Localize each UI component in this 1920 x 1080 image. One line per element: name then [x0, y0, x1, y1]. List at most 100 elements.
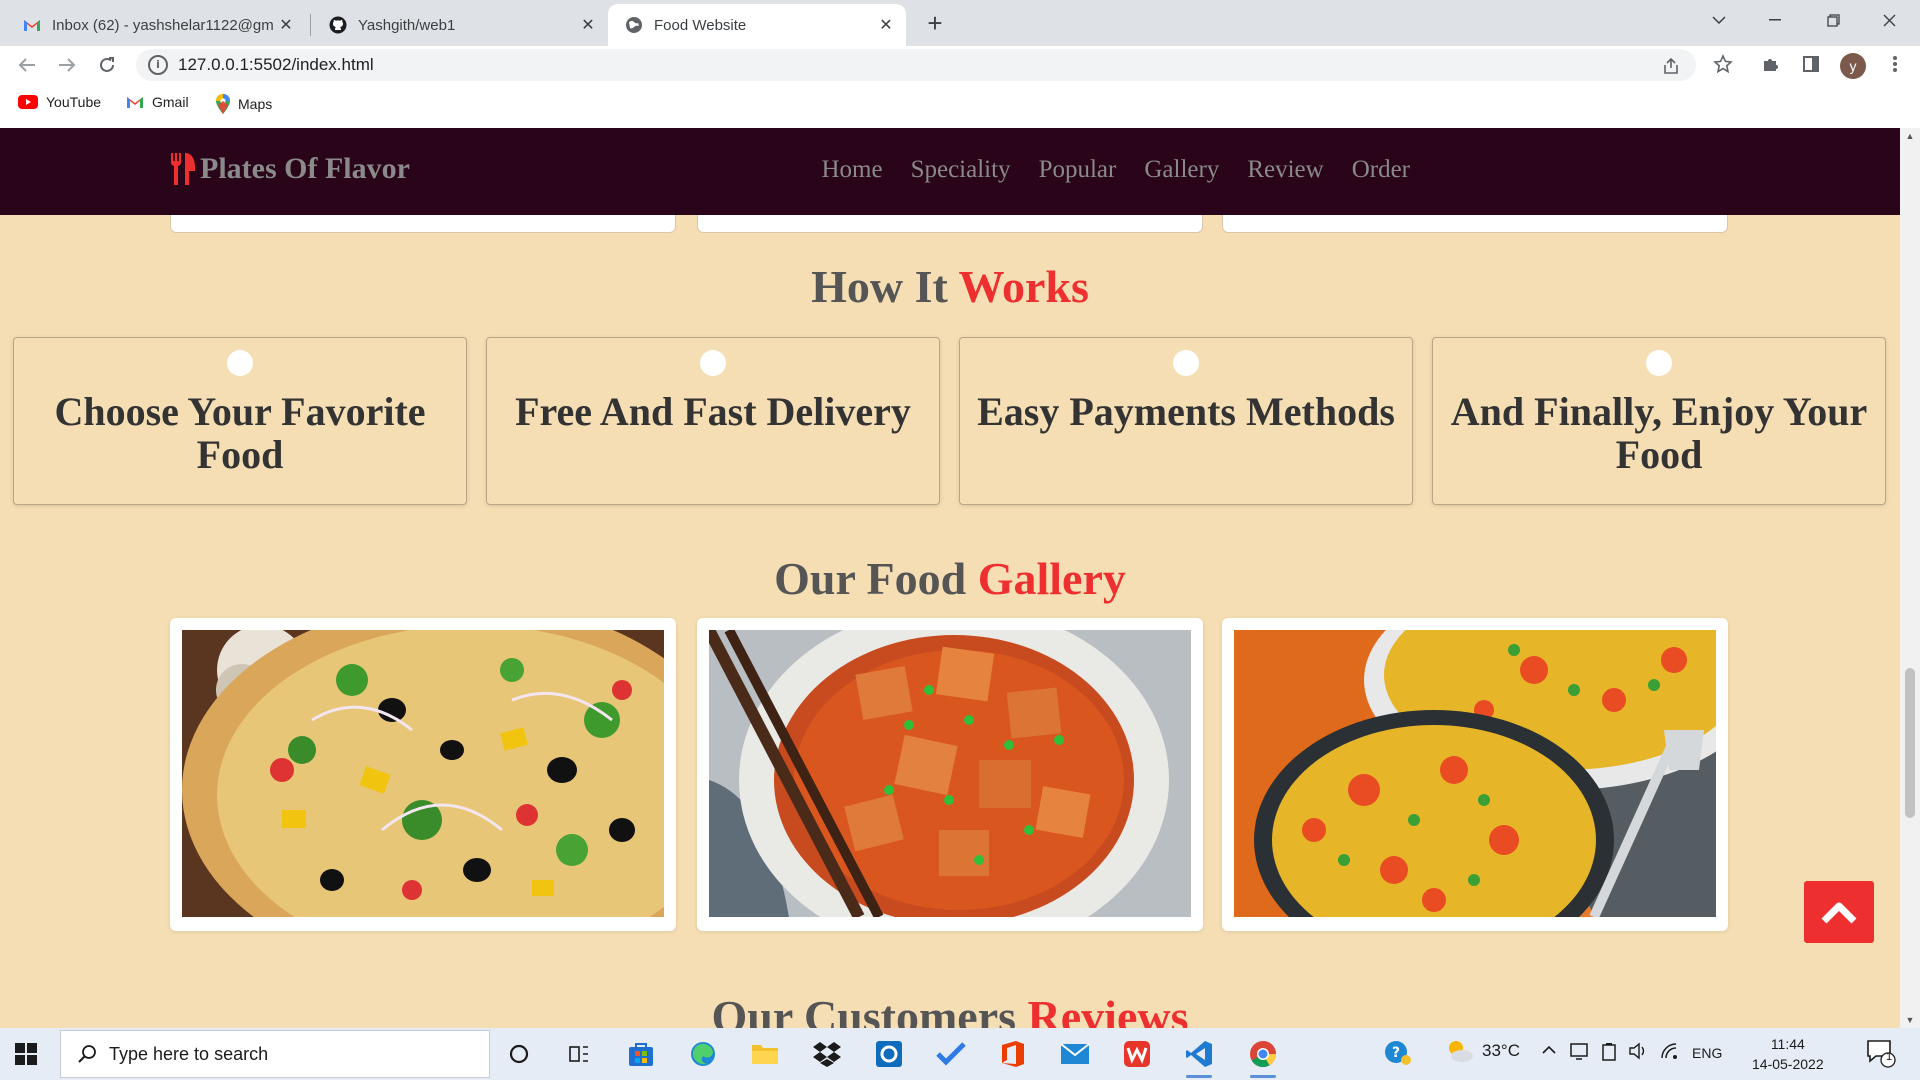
close-icon[interactable]: ✕	[578, 15, 598, 35]
more-menu-icon[interactable]	[1884, 53, 1906, 75]
site-info-icon[interactable]: i	[148, 55, 168, 75]
step-card: Free And Fast Delivery	[486, 337, 940, 505]
close-window-icon[interactable]	[1866, 0, 1912, 40]
weather-temperature: 33°C	[1482, 1041, 1520, 1060]
nav-link-popular[interactable]: Popular	[1039, 156, 1117, 184]
microsoft-store-icon[interactable]	[624, 1037, 658, 1071]
edge-browser-icon[interactable]	[686, 1037, 720, 1071]
cortana-icon[interactable]	[502, 1037, 536, 1071]
step-dot-icon	[227, 350, 253, 376]
windows-start-icon[interactable]	[14, 1042, 38, 1066]
browser-toolbar: i 127.0.0.1:5502/index.html	[0, 46, 1920, 84]
network-device-icon[interactable]	[1570, 1042, 1590, 1064]
globe-icon	[624, 15, 644, 35]
step-dot-icon	[1173, 350, 1199, 376]
tab-gmail-inbox[interactable]: Inbox (62) - yashshelar1122@gm ✕	[6, 4, 306, 46]
step-card: And Finally, Enjoy Your Food	[1432, 337, 1886, 505]
scroll-to-top-button[interactable]	[1804, 881, 1874, 943]
page-scrollbar[interactable]: ▲ ▼	[1900, 128, 1920, 1028]
task-view-icon[interactable]	[562, 1037, 596, 1071]
nav-link-review[interactable]: Review	[1247, 156, 1323, 184]
step-dot-icon	[700, 350, 726, 376]
share-icon[interactable]	[1660, 55, 1682, 77]
site-logo[interactable]: Plates Of Flavor	[170, 152, 410, 186]
step-title: Choose Your Favorite Food	[54, 389, 426, 477]
help-icon[interactable]: ?	[1384, 1040, 1412, 1070]
chevron-up-icon[interactable]	[1542, 1042, 1556, 1059]
todo-checkmark-icon[interactable]	[934, 1037, 968, 1071]
tab-search-chevron-icon[interactable]	[1696, 0, 1742, 40]
nav-link-home[interactable]: Home	[821, 156, 882, 184]
reload-icon[interactable]	[92, 50, 122, 80]
bookmark-youtube[interactable]: YouTube	[18, 94, 101, 110]
taskbar-search-box[interactable]: Type here to search	[60, 1030, 490, 1078]
gmail-icon	[22, 15, 42, 35]
bookmark-maps[interactable]: Maps	[216, 94, 272, 114]
tab-food-website[interactable]: Food Website ✕	[608, 4, 906, 46]
notifications-icon[interactable]: 1	[1866, 1038, 1896, 1072]
mail-icon[interactable]	[1058, 1037, 1092, 1071]
office-icon[interactable]	[996, 1037, 1030, 1071]
tab-github-repo[interactable]: Yashgith/web1 ✕	[312, 4, 608, 46]
file-explorer-icon[interactable]	[748, 1037, 782, 1071]
maps-icon	[216, 94, 230, 114]
scroll-thumb[interactable]	[1905, 668, 1915, 818]
main-nav: Home Speciality Popular Gallery Review O…	[793, 156, 1410, 184]
nav-link-gallery[interactable]: Gallery	[1144, 156, 1219, 184]
back-arrow-icon[interactable]	[12, 50, 42, 80]
chrome-icon[interactable]	[1246, 1037, 1280, 1078]
bookmark-gmail[interactable]: Gmail	[126, 94, 189, 110]
restore-icon[interactable]	[1810, 0, 1856, 40]
dropbox-icon[interactable]	[810, 1037, 844, 1071]
extensions-puzzle-icon[interactable]	[1760, 53, 1782, 75]
utensils-icon	[170, 152, 196, 186]
address-bar[interactable]: i 127.0.0.1:5502/index.html	[136, 49, 1696, 81]
rice-image	[1234, 630, 1716, 917]
gallery-card-tofu[interactable]	[697, 618, 1203, 931]
side-panel-icon[interactable]	[1800, 53, 1822, 75]
gallery-heading: Our Food Gallery	[0, 552, 1900, 605]
step-title: And Finally, Enjoy Your Food	[1450, 389, 1868, 477]
tab-title: Food Website	[654, 16, 747, 34]
taskbar-clock[interactable]: 11:44 14-05-2022	[1752, 1034, 1824, 1074]
heading-accent: Works	[958, 261, 1089, 312]
weather-widget[interactable]: 33°C	[1446, 1038, 1520, 1064]
heading-accent: Reviews	[1027, 991, 1189, 1028]
step-card: Easy Payments Methods	[959, 337, 1413, 505]
new-tab-button[interactable]: +	[920, 8, 950, 38]
volume-icon[interactable]	[1628, 1042, 1648, 1064]
bookmark-star-icon[interactable]	[1712, 53, 1734, 75]
github-icon	[328, 15, 348, 35]
profile-avatar[interactable]: y	[1840, 53, 1866, 79]
bookmark-label: Gmail	[152, 94, 189, 110]
heading-main: How It	[811, 261, 959, 312]
vscode-icon[interactable]	[1182, 1037, 1216, 1078]
language-indicator[interactable]: ENG	[1692, 1045, 1722, 1061]
weather-cloud-sun-icon	[1449, 1041, 1473, 1062]
step-card: Choose Your Favorite Food	[13, 337, 467, 505]
gallery-card-rice[interactable]	[1222, 618, 1728, 931]
heading-accent: Gallery	[977, 553, 1126, 604]
forward-arrow-icon[interactable]	[52, 50, 82, 80]
tab-title: Inbox (62) - yashshelar1122@gm	[52, 16, 274, 34]
minimize-icon[interactable]	[1752, 0, 1798, 40]
scroll-up-arrow-icon[interactable]: ▲	[1900, 128, 1920, 144]
logo-text: Plates Of Flavor	[200, 152, 410, 185]
bookmark-label: Maps	[238, 96, 273, 112]
nav-link-speciality[interactable]: Speciality	[911, 156, 1011, 184]
bookmarks-bar: YouTube Gmail Maps	[0, 84, 1920, 128]
scroll-down-arrow-icon[interactable]: ▼	[1900, 1012, 1920, 1028]
search-placeholder: Type here to search	[109, 1043, 269, 1064]
close-icon[interactable]: ✕	[276, 15, 296, 35]
reviews-heading: Our Customers Reviews	[0, 990, 1900, 1028]
battery-icon[interactable]	[1600, 1042, 1618, 1066]
tofu-image	[709, 630, 1191, 917]
wifi-icon[interactable]	[1660, 1042, 1680, 1064]
close-icon[interactable]: ✕	[876, 15, 896, 35]
browser-tab-strip: Inbox (62) - yashshelar1122@gm ✕ Yashgit…	[0, 0, 1920, 46]
nav-link-order[interactable]: Order	[1352, 156, 1410, 184]
wps-office-icon[interactable]	[1120, 1037, 1154, 1071]
gallery-card-pizza[interactable]	[170, 618, 676, 931]
desktop-app-icon[interactable]	[872, 1037, 906, 1071]
url-text[interactable]: 127.0.0.1:5502/index.html	[178, 55, 374, 75]
